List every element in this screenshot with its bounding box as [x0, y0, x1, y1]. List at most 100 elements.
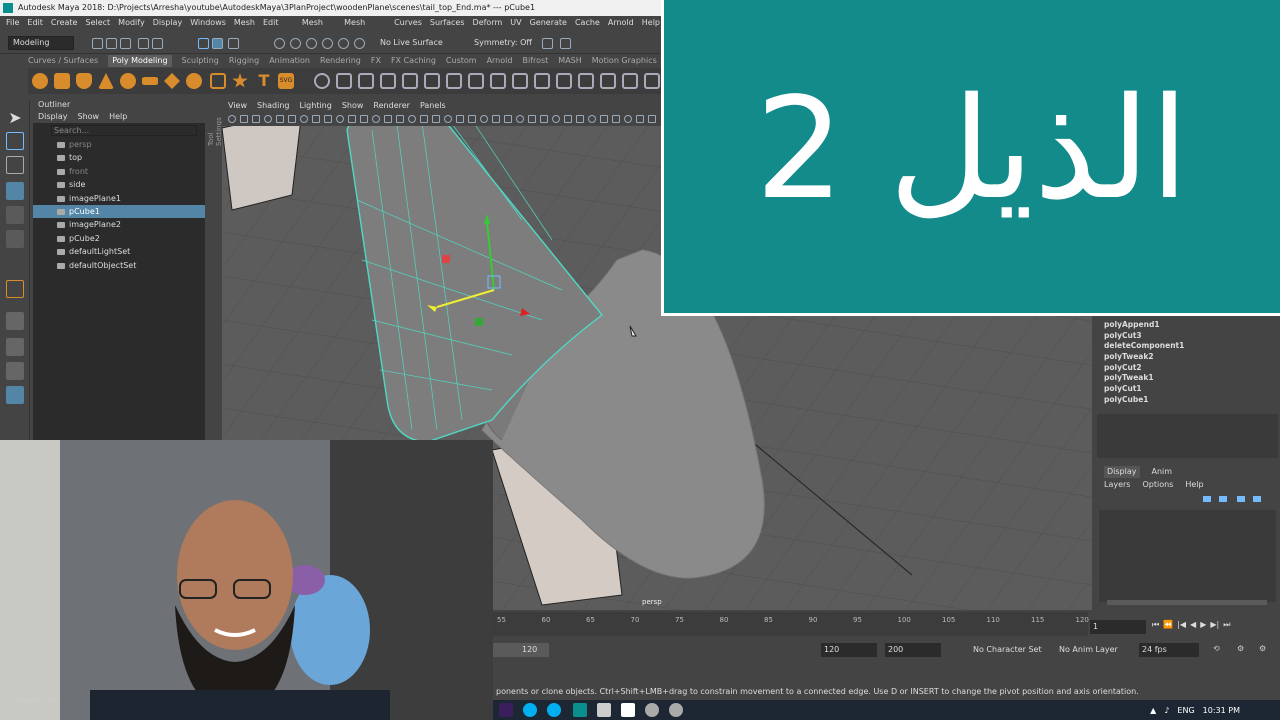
shelf-tab-custom[interactable]: Custom: [446, 55, 477, 67]
history-item[interactable]: polyCut2: [1095, 363, 1280, 374]
document-icon[interactable]: [621, 703, 635, 717]
shelf-tab-curves-surfaces[interactable]: Curves / Surfaces: [28, 55, 98, 67]
shelf-tab-motion-graphics[interactable]: Motion Graphics: [592, 55, 657, 67]
menu-select[interactable]: Select: [85, 16, 110, 30]
svg-tool-icon[interactable]: SVG: [278, 73, 294, 89]
poly-cylinder-icon[interactable]: [76, 73, 92, 89]
next-key-icon[interactable]: ▶|: [1210, 620, 1219, 634]
viewport-toolbar-icon[interactable]: [576, 115, 584, 123]
planar-mapping-icon[interactable]: [644, 73, 660, 89]
lasso-tool-icon[interactable]: [6, 132, 24, 150]
new-scene-icon[interactable]: [92, 38, 103, 49]
viewport-toolbar-icon[interactable]: [336, 115, 344, 123]
select-tool-icon[interactable]: ➤: [6, 108, 24, 127]
history-item[interactable]: polyCube1: [1095, 395, 1280, 406]
shelf-tab-animation[interactable]: Animation: [269, 55, 310, 67]
snap-point-icon[interactable]: [306, 38, 317, 49]
viewport-menu-renderer[interactable]: Renderer: [373, 100, 410, 112]
tab-display[interactable]: Display: [1104, 466, 1140, 478]
poly-sphere-icon[interactable]: [32, 73, 48, 89]
history-item[interactable]: deleteComponent1: [1095, 341, 1280, 352]
viewport-toolbar-icon[interactable]: [624, 115, 632, 123]
plane-handle[interactable]: [475, 318, 483, 326]
poly-torus-icon[interactable]: [120, 73, 136, 89]
extrude-icon[interactable]: [380, 73, 396, 89]
viewport-toolbar-icon[interactable]: [384, 115, 392, 123]
history-item[interactable]: polyCut1: [1095, 384, 1280, 395]
fill-hole-icon[interactable]: [534, 73, 550, 89]
menu-curves[interactable]: Curves: [394, 16, 422, 30]
menu-mesh[interactable]: Mesh: [234, 16, 255, 30]
outliner-item-imageplane2[interactable]: imagePlane2: [33, 218, 205, 231]
menu-display[interactable]: Display: [153, 16, 183, 30]
type-tool-icon[interactable]: T: [256, 73, 272, 89]
menu-modify[interactable]: Modify: [118, 16, 145, 30]
render-icon[interactable]: [542, 38, 553, 49]
outliner-menu-show[interactable]: Show: [78, 110, 100, 123]
loop-icon[interactable]: ⟲: [1213, 644, 1220, 653]
ipr-render-icon[interactable]: [560, 38, 571, 49]
menu-cache[interactable]: Cache: [575, 16, 600, 30]
persp-outliner-layout-icon[interactable]: [6, 362, 24, 380]
skype-2-icon[interactable]: [547, 703, 561, 717]
shelf-tab-fx-caching[interactable]: FX Caching: [391, 55, 436, 67]
menu-deform[interactable]: Deform: [473, 16, 503, 30]
outliner-item-front[interactable]: front: [33, 165, 205, 178]
viewport-menu-view[interactable]: View: [228, 100, 247, 112]
outliner-item-imageplane1[interactable]: imagePlane1: [33, 192, 205, 205]
viewport-menu-show[interactable]: Show: [342, 100, 364, 112]
move-tool-icon[interactable]: [6, 182, 24, 200]
preferences-icon[interactable]: ⚙: [1259, 644, 1266, 653]
outliner-item-defaultobjectset[interactable]: defaultObjectSet: [33, 259, 205, 272]
shelf-tab-arnold[interactable]: Arnold: [487, 55, 513, 67]
viewport-toolbar-icon[interactable]: [552, 115, 560, 123]
menu-arnold[interactable]: Arnold: [608, 16, 634, 30]
multi-cut-icon[interactable]: [490, 73, 506, 89]
move-layer-up-icon[interactable]: [1203, 496, 1211, 502]
menu-edit[interactable]: Edit: [27, 16, 43, 30]
outliner-layout-icon[interactable]: [6, 386, 24, 404]
menu-create[interactable]: Create: [51, 16, 78, 30]
poly-plane-icon[interactable]: [142, 77, 158, 85]
shelf-tab-mash[interactable]: MASH: [558, 55, 581, 67]
bool-icon[interactable]: [446, 73, 462, 89]
viewport-toolbar-icon[interactable]: [492, 115, 500, 123]
outliner-menu-display[interactable]: Display: [38, 110, 68, 123]
viewport-toolbar-icon[interactable]: [432, 115, 440, 123]
viewport-toolbar-icon[interactable]: [240, 115, 248, 123]
viewport-toolbar-icon[interactable]: [648, 115, 656, 123]
anim-layer-dropdown[interactable]: No Anim Layer: [1059, 645, 1118, 654]
shelf-tab-bifrost[interactable]: Bifrost: [522, 55, 548, 67]
menu-file[interactable]: File: [6, 16, 19, 30]
layer-scrollbar[interactable]: [1107, 600, 1267, 605]
viewport-toolbar-icon[interactable]: [348, 115, 356, 123]
last-tool-icon[interactable]: [6, 280, 24, 298]
viewport-toolbar-icon[interactable]: [504, 115, 512, 123]
auto-key-icon[interactable]: ⚙: [1237, 644, 1244, 653]
viewport-toolbar-icon[interactable]: [540, 115, 548, 123]
live-surface-label[interactable]: No Live Surface: [380, 38, 443, 47]
shelf-tab-rendering[interactable]: Rendering: [320, 55, 361, 67]
shelf-tab-sculpting[interactable]: Sculpting: [182, 55, 219, 67]
save-scene-icon[interactable]: [120, 38, 131, 49]
viewport-toolbar-icon[interactable]: [612, 115, 620, 123]
maya-taskbar-icon[interactable]: [573, 703, 587, 717]
viewport-toolbar-icon[interactable]: [564, 115, 572, 123]
new-layer-selected-icon[interactable]: [1253, 496, 1261, 502]
app-icon[interactable]: [645, 703, 659, 717]
viewport-toolbar-icon[interactable]: [300, 115, 308, 123]
time-slider[interactable]: 55 60 65 70 75 80 85 90 95 100 105 110 115 120: [493, 612, 1089, 636]
move-layer-down-icon[interactable]: [1219, 496, 1227, 502]
scale-tool-icon[interactable]: [6, 230, 24, 248]
menu-windows[interactable]: Windows: [190, 16, 226, 30]
uv-editor-icon[interactable]: [622, 73, 638, 89]
history-item[interactable]: polyAppend1: [1095, 320, 1280, 331]
character-set-dropdown[interactable]: No Character Set: [973, 645, 1042, 654]
menu-help[interactable]: Help: [642, 16, 660, 30]
wedge-icon[interactable]: [578, 73, 594, 89]
bridge-icon[interactable]: [402, 73, 418, 89]
combine-icon[interactable]: [314, 73, 330, 89]
select-by-hierarchy-icon[interactable]: [198, 38, 209, 49]
sphere-primitive-icon[interactable]: [232, 73, 248, 88]
menu-edit-mesh[interactable]: Edit Mesh: [263, 16, 294, 41]
